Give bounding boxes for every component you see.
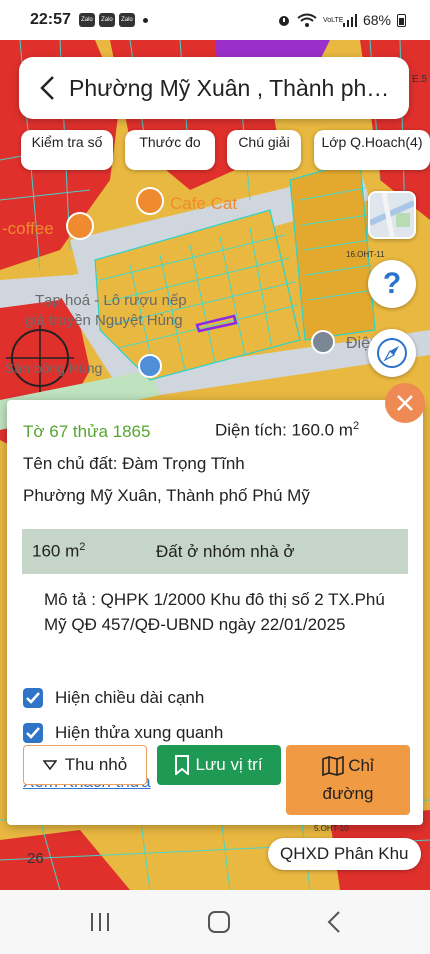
close-panel-button[interactable] <box>385 383 425 423</box>
notification-icons: Zalo Zalo Zalo <box>78 13 135 27</box>
zalo-icon: Zalo <box>98 13 115 27</box>
layer-button[interactable]: Lớp Q.Hoach(4) <box>314 130 430 170</box>
help-button[interactable]: ? <box>368 260 416 308</box>
system-nav-bar <box>0 890 430 954</box>
land-use-type: Đất ở nhóm nhà ở <box>156 541 295 561</box>
alarm-icon <box>278 16 289 26</box>
status-right: VoLTE 68% <box>277 12 406 28</box>
battery-percent: 68% <box>362 12 391 28</box>
status-time: 22:57 <box>30 11 71 28</box>
collapse-label: Thu nhỏ <box>64 755 128 774</box>
signal-icon <box>342 13 357 27</box>
save-location-label: Lưu vị trí <box>195 755 263 774</box>
land-use-row: 160 m2 Đất ở nhóm nhà ở <box>22 529 408 574</box>
wifi-icon <box>297 13 317 27</box>
map-type-thumbnail[interactable] <box>368 191 416 239</box>
ruler-label: Thước đo <box>139 134 201 150</box>
area-value: Diện tích: 160.0 m <box>215 420 353 440</box>
show-edge-lengths-checkbox[interactable]: Hiện chiều dài cạnh <box>23 688 204 708</box>
land-use-area: 160 m2 <box>22 541 156 562</box>
check-number-button[interactable]: Kiểm tra số <box>21 130 113 170</box>
map-label-plot-code2: 5.OHT-10 <box>314 824 349 833</box>
compass-button[interactable] <box>368 329 416 377</box>
show-neighbors-checkbox[interactable]: Hiện thửa xung quanh <box>23 723 223 743</box>
checkbox-checked-icon[interactable] <box>23 688 43 708</box>
collapse-button[interactable]: Thu nhỏ <box>23 745 147 785</box>
layer-label: Lớp Q.Hoach(4) <box>321 134 423 150</box>
directions-line1: Chỉ <box>286 752 410 780</box>
owner-name: Tên chủ đất: Đàm Trọng Tĩnh <box>23 454 245 473</box>
map-label-shop2: giả truyền Nguyệt Hùng <box>25 312 183 329</box>
show-edge-lengths-label: Hiện chiều dài cạnh <box>55 688 205 707</box>
map-icon <box>322 756 345 776</box>
back-icon[interactable] <box>326 910 342 934</box>
ruler-button[interactable]: Thước đo <box>125 130 215 170</box>
map-label-cafe: Cafe Cat <box>170 194 238 213</box>
back-arrow-icon[interactable] <box>33 74 61 102</box>
search-bar[interactable]: Phường Mỹ Xuân , Thành phố Phú Mỹ <box>19 57 409 119</box>
battery-icon <box>397 13 406 27</box>
zalo-icon: Zalo <box>78 13 95 27</box>
area-text: Diện tích: 160.0 m2 <box>215 420 359 441</box>
chevron-down-icon <box>42 760 57 770</box>
directions-label-2: đường <box>322 784 374 803</box>
map-label-coffee: -coffee <box>2 219 54 238</box>
lot-number: Tờ 67 thửa 1865 <box>23 422 151 441</box>
land-area-value: 160 m <box>32 541 80 561</box>
recent-apps-icon[interactable] <box>88 911 112 933</box>
compass-icon <box>377 338 407 368</box>
map-label-num: 26 <box>27 850 44 867</box>
bookmark-icon <box>175 755 190 775</box>
location-title[interactable]: Phường Mỹ Xuân , Thành phố Phú Mỹ <box>69 75 399 102</box>
map-label-corner: E.5 <box>412 74 428 85</box>
directions-label-1: Chỉ <box>348 756 374 775</box>
home-icon[interactable] <box>207 910 231 934</box>
save-location-button[interactable]: Lưu vị trí <box>157 745 281 785</box>
check-number-label: Kiểm tra số <box>31 134 103 150</box>
plan-description: Mô tả : QHPK 1/2000 Khu đô thị số 2 TX.P… <box>44 590 385 634</box>
legend-label: Chú giải <box>238 134 290 150</box>
land-area-unit-sup: 2 <box>79 541 86 554</box>
volte-indicator: VoLTE <box>322 16 344 24</box>
map-label-shop: Tạp hoá - Lô rượu nếp <box>35 292 187 309</box>
parcel-address: Phường Mỹ Xuân, Thành phố Phú Mỹ <box>23 486 310 505</box>
zalo-icon: Zalo <box>118 13 135 27</box>
area-unit-sup: 2 <box>352 420 360 432</box>
map-label-plot-code: 16.OHT-11 <box>346 250 385 259</box>
legend-button[interactable]: Chú giải <box>227 130 301 170</box>
checkbox-checked-icon[interactable] <box>23 723 43 743</box>
help-icon: ? <box>382 267 402 300</box>
show-neighbors-label: Hiện thửa xung quanh <box>55 723 224 742</box>
more-notifications-dot <box>142 17 148 23</box>
zone-layer-label[interactable]: QHXD Phân Khu <box>268 838 421 870</box>
close-icon <box>397 395 413 411</box>
status-bar: 22:57 Zalo Zalo Zalo VoLTE 68% <box>0 0 430 40</box>
map-label-place: Sân bóng Hùng <box>5 360 103 376</box>
directions-button[interactable]: Chỉ đường <box>286 745 410 815</box>
